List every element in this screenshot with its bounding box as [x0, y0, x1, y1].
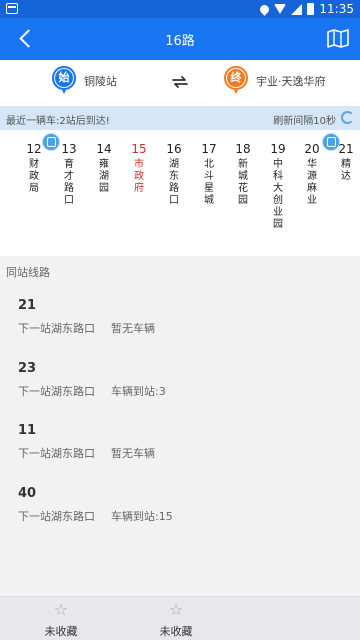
stop-number: 12 [26, 142, 42, 156]
stop-name: 华源麻业 [307, 159, 317, 206]
line-number: 40 [18, 486, 37, 501]
section-header: 同站线路 [0, 256, 360, 286]
stop-number: 15 [131, 142, 147, 156]
arrival-bar: 最近一辆车:2站后到达! 刷新间隔10秒 [0, 106, 360, 130]
refresh-icon[interactable] [341, 111, 354, 124]
location-icon [258, 2, 272, 16]
line-status: 暂无车辆 [111, 322, 155, 335]
stop-number: 20 [304, 142, 320, 156]
route-header: 始 铜陵站 终 宇业·天逸华府 [0, 60, 360, 106]
map-icon[interactable] [326, 27, 350, 49]
stop-name: 中科大创业园 [273, 159, 283, 230]
notification-icon [6, 3, 18, 14]
end-badge: 终 [224, 66, 248, 90]
star-icon: ☆ [53, 600, 69, 619]
start-badge: 始 [52, 66, 76, 90]
favorite-button[interactable]: ☆ 未收藏 [146, 599, 206, 639]
arrival-message: 最近一辆车:2站后到达! [6, 116, 110, 127]
stop-name: 新城花园 [238, 159, 248, 206]
line-number: 23 [18, 361, 37, 376]
stop-number: 13 [61, 142, 77, 156]
line-next-stop: 下一站湖东路口 [18, 385, 95, 398]
stop-name: 精达 [341, 159, 351, 182]
swap-icon[interactable] [170, 72, 190, 92]
status-icons: 11:35 [258, 1, 354, 17]
battery-icon [307, 3, 315, 15]
stop-name: 育才路口 [64, 159, 74, 206]
stop-number: 19 [270, 142, 286, 156]
stop-strip[interactable]: 12 财政局 13 育才路口 14 雍湖园 15 市政府 16 湖东路口 17 … [0, 130, 360, 256]
line-item[interactable]: 11 下一站湖东路口 暂无车辆 [0, 423, 360, 483]
stop-number: 14 [96, 142, 112, 156]
bottom-bar: ☆ 未收藏 ☆ 未收藏 [0, 596, 360, 640]
line-item[interactable]: 23 下一站湖东路口 车辆到站:3 [0, 361, 360, 421]
stop-item[interactable]: 14 雍湖园 [92, 142, 116, 195]
line-number: 21 [18, 298, 37, 313]
stop-item[interactable]: 21 精达 [334, 142, 358, 183]
line-next-stop: 下一站湖东路口 [18, 510, 95, 523]
stop-name: 财政局 [29, 159, 39, 194]
status-time: 11:35 [319, 2, 354, 16]
start-pin-icon: 始 [52, 66, 76, 96]
stop-name: 北斗星城 [204, 159, 214, 206]
status-bar: 11:35 [0, 0, 360, 18]
end-terminal: 终 宇业·天逸华府 [224, 66, 326, 96]
stop-item[interactable]: 17 北斗星城 [197, 142, 221, 207]
section-title: 同站线路 [6, 266, 50, 279]
line-next-stop: 下一站湖东路口 [18, 447, 95, 460]
stop-item[interactable]: 12 财政局 [22, 142, 46, 195]
line-next-stop: 下一站湖东路口 [18, 322, 95, 335]
refresh-interval: 刷新间隔10秒 [273, 116, 336, 127]
page-title: 16路 [165, 34, 195, 49]
start-stop-name: 铜陵站 [84, 75, 117, 88]
end-pin-icon: 终 [224, 66, 248, 96]
title-bar: 16路 [0, 18, 360, 60]
stop-item[interactable]: 16 湖东路口 [162, 142, 186, 207]
start-terminal: 始 铜陵站 [52, 66, 117, 96]
favorite-button[interactable]: ☆ 未收藏 [31, 599, 91, 639]
stop-name: 雍湖园 [99, 159, 109, 194]
end-stop-name: 宇业·天逸华府 [256, 75, 326, 88]
line-status: 车辆到站:3 [111, 385, 166, 398]
stop-name: 市政府 [134, 159, 144, 194]
signal-icon [291, 3, 303, 15]
stop-name: 湖东路口 [169, 159, 179, 206]
favorite-label: 未收藏 [44, 625, 78, 638]
wifi-icon [274, 4, 287, 14]
line-number: 11 [18, 423, 37, 438]
stop-item[interactable]: 20 华源麻业 [300, 142, 324, 207]
stop-number: 16 [166, 142, 182, 156]
star-icon: ☆ [168, 600, 184, 619]
line-item[interactable]: 40 下一站湖东路口 车辆到站:15 [0, 486, 360, 546]
favorite-label: 未收藏 [159, 625, 193, 638]
stop-number: 21 [338, 142, 354, 156]
stop-item-current[interactable]: 15 市政府 [127, 142, 151, 195]
stop-item[interactable]: 13 育才路口 [57, 142, 81, 207]
stop-item[interactable]: 19 中科大创业园 [266, 142, 290, 231]
line-status: 暂无车辆 [111, 447, 155, 460]
stop-item[interactable]: 18 新城花园 [231, 142, 255, 207]
same-station-lines: 21 下一站湖东路口 暂无车辆 23 下一站湖东路口 车辆到站:3 11 下一站… [0, 286, 360, 596]
line-status: 车辆到站:15 [111, 510, 173, 523]
stop-number: 18 [235, 142, 251, 156]
line-item[interactable]: 21 下一站湖东路口 暂无车辆 [0, 298, 360, 358]
stop-number: 17 [201, 142, 217, 156]
